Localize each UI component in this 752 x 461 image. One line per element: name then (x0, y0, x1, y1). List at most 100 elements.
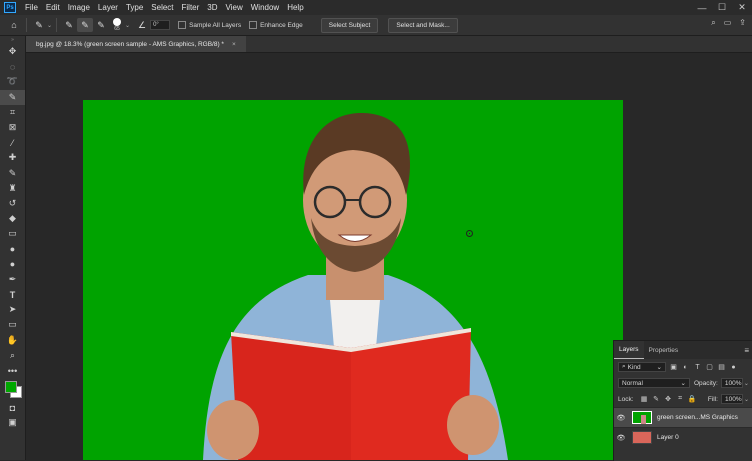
panel-collapse-icon[interactable]: » (0, 36, 25, 44)
close-tab-icon[interactable]: × (232, 41, 236, 48)
angle-input[interactable]: 0° (150, 20, 171, 30)
history-brush-tool-icon[interactable]: ↺ (0, 196, 25, 211)
home-icon[interactable]: ⌂ (6, 18, 22, 32)
more-tools-icon[interactable]: ••• (0, 363, 25, 378)
select-and-mask-button[interactable]: Select and Mask... (388, 17, 458, 33)
brush-tool-icon[interactable]: ✎ (0, 166, 25, 181)
layer-thumbnail (632, 411, 652, 424)
search-icon[interactable]: ⌕ (711, 18, 715, 28)
color-swatches[interactable] (0, 378, 25, 400)
menu-image[interactable]: Image (64, 3, 94, 12)
type-tool-icon[interactable]: T (0, 287, 25, 302)
menu-view[interactable]: View (222, 3, 247, 12)
healing-brush-tool-icon[interactable]: ✚ (0, 150, 25, 165)
visibility-eye-icon[interactable]: 👁 (614, 434, 628, 442)
layers-panel: Layers Properties ≡ ⌕ Kind ⌄ ▣ ◐ T ▢ ▤ ●… (613, 340, 752, 461)
shape-filter-icon[interactable]: ▢ (705, 363, 714, 371)
lock-all-icon[interactable]: 🔒 (688, 395, 697, 403)
frame-tool-icon[interactable]: ⊠ (0, 120, 25, 135)
eyedropper-tool-icon[interactable]: ⁄ (0, 135, 25, 150)
fill-input[interactable]: 100% (720, 394, 743, 404)
lock-image-icon[interactable]: ✎ (652, 395, 661, 403)
blend-mode-select[interactable]: Normal ⌄ (618, 378, 690, 388)
visibility-eye-icon[interactable]: 👁 (614, 414, 628, 422)
sample-all-layers-checkbox[interactable]: Sample All Layers (178, 21, 241, 29)
tab-layers[interactable]: Layers (614, 341, 644, 359)
gradient-tool-icon[interactable]: ▭ (0, 226, 25, 241)
enhance-edge-label: Enhance Edge (260, 21, 303, 29)
brush-preset-picker[interactable]: 65 (113, 18, 122, 32)
menu-file[interactable]: File (21, 3, 42, 12)
photoshop-logo-icon[interactable]: Ps (4, 2, 16, 13)
crop-tool-icon[interactable]: ⌗ (0, 105, 25, 120)
filter-toggle-icon[interactable]: ● (729, 363, 738, 371)
menu-bar: Ps File Edit Image Layer Type Select Fil… (0, 0, 752, 15)
add-to-selection-icon[interactable]: ✎ (77, 18, 94, 32)
quick-mask-icon[interactable]: ◘ (0, 400, 25, 415)
search-icon: ⌕ (622, 363, 626, 370)
chevron-down-icon[interactable]: ⌄ (125, 22, 130, 29)
layer-name[interactable]: green screen...MS Graphics (657, 414, 738, 421)
smart-object-filter-icon[interactable]: ▤ (717, 363, 726, 371)
brush-tip-icon (113, 18, 122, 26)
blur-tool-icon[interactable]: ● (0, 241, 25, 256)
zoom-tool-icon[interactable]: ⌕ (0, 348, 25, 363)
fill-label: Fill: (707, 395, 718, 403)
select-subject-button[interactable]: Select Subject (320, 17, 379, 33)
move-tool-icon[interactable]: ✥ (0, 44, 25, 59)
menu-help[interactable]: Help (283, 3, 307, 12)
filter-kind-value: Kind (627, 363, 641, 371)
menu-select[interactable]: Select (147, 3, 177, 12)
layer-name[interactable]: Layer 0 (657, 434, 679, 441)
dodge-tool-icon[interactable]: ● (0, 257, 25, 272)
clone-stamp-tool-icon[interactable]: ♜ (0, 181, 25, 196)
tab-properties[interactable]: Properties (644, 341, 684, 359)
menu-edit[interactable]: Edit (42, 3, 64, 12)
layer-row[interactable]: 👁 green screen...MS Graphics (614, 407, 752, 427)
lock-artboard-icon[interactable]: ⌗ (676, 395, 685, 403)
hand-tool-icon[interactable]: ✋ (0, 333, 25, 348)
subtract-from-selection-icon[interactable]: ✎ (93, 18, 109, 32)
maximize-icon[interactable]: ☐ (712, 2, 732, 13)
adjustment-filter-icon[interactable]: ◐ (681, 363, 690, 371)
blend-mode-value: Normal (622, 379, 643, 387)
lasso-tool-icon[interactable]: ➰ (0, 74, 25, 89)
menu-filter[interactable]: Filter (178, 3, 204, 12)
chevron-down-icon[interactable]: ⌄ (47, 22, 52, 29)
quick-selection-tool-icon[interactable]: ✎ (0, 89, 25, 105)
type-filter-icon[interactable]: T (693, 363, 702, 371)
pen-tool-icon[interactable]: ✒ (0, 272, 25, 287)
pixel-filter-icon[interactable]: ▣ (669, 363, 678, 371)
screen-mode-icon[interactable]: ▣ (0, 415, 25, 430)
enhance-edge-checkbox[interactable]: Enhance Edge (249, 21, 303, 29)
chevron-down-icon[interactable]: ⌄ (744, 380, 749, 387)
quick-selection-preset-icon[interactable]: ✎ (31, 18, 47, 32)
menu-3d[interactable]: 3D (203, 3, 221, 12)
layer-row[interactable]: 👁 Layer 0 (614, 427, 752, 447)
workspace-icon[interactable]: ▭ (724, 18, 732, 28)
panel-menu-icon[interactable]: ≡ (744, 346, 749, 355)
lock-transparent-icon[interactable]: ▦ (640, 395, 649, 403)
document-tab[interactable]: bg.jpg @ 18.3% (green screen sample - AM… (26, 36, 246, 52)
menu-type[interactable]: Type (122, 3, 147, 12)
eraser-tool-icon[interactable]: ◆ (0, 211, 25, 226)
new-selection-icon[interactable]: ✎ (61, 18, 77, 32)
divider (56, 18, 58, 32)
foreground-color-swatch[interactable] (5, 381, 17, 394)
menu-layer[interactable]: Layer (94, 3, 122, 12)
chevron-down-icon[interactable]: ⌄ (744, 396, 749, 403)
filter-kind-select[interactable]: ⌕ Kind ⌄ (618, 362, 666, 372)
shape-tool-icon[interactable]: ▭ (0, 317, 25, 332)
opacity-input[interactable]: 100% (720, 378, 743, 388)
layer-thumbnail (632, 431, 652, 444)
menu-window[interactable]: Window (247, 3, 283, 12)
share-icon[interactable]: ⇪ (739, 18, 746, 28)
right-hand-shape (447, 395, 499, 455)
document-canvas[interactable] (83, 100, 623, 460)
checkbox-box-icon (249, 21, 258, 29)
lock-position-icon[interactable]: ✥ (664, 395, 673, 403)
minimize-icon[interactable]: — (692, 3, 712, 13)
path-selection-tool-icon[interactable]: ➤ (0, 302, 25, 317)
marquee-tool-icon[interactable]: ◌ (0, 59, 25, 74)
close-icon[interactable]: ✕ (732, 2, 752, 13)
